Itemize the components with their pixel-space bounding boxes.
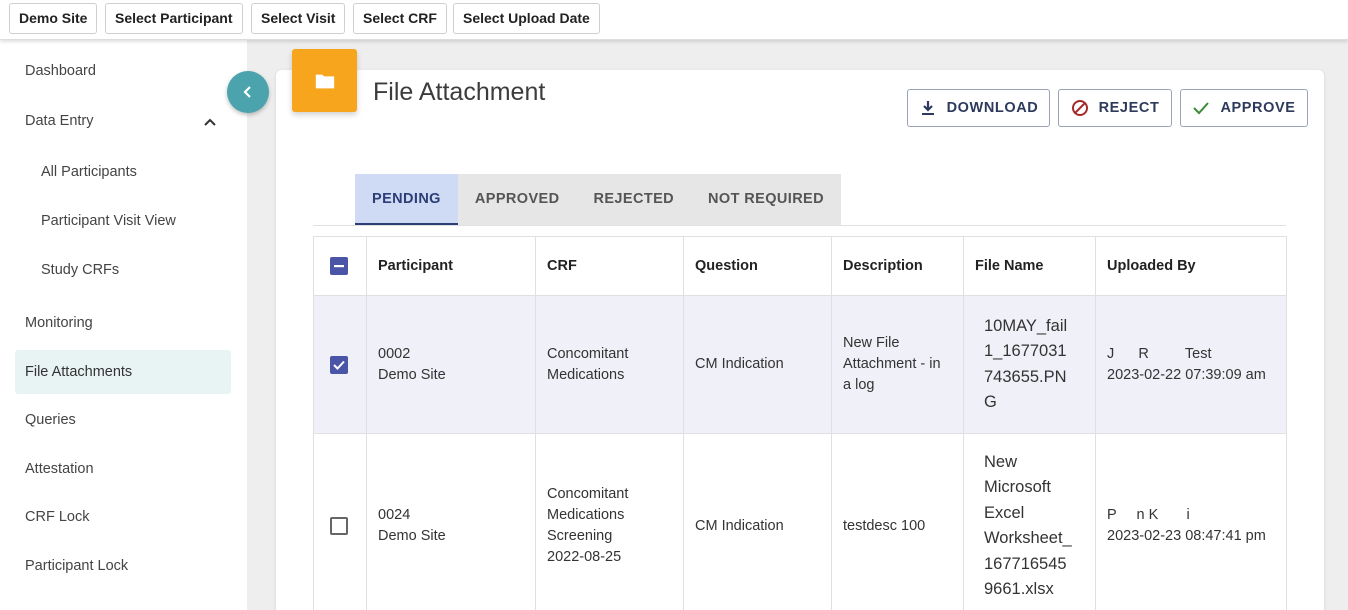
uploader-name: P n K i: [1107, 507, 1190, 523]
table-row[interactable]: 0024 Demo Site Concomitant Medications S…: [314, 434, 1286, 610]
participant-id: 0002: [378, 345, 411, 362]
sidebar-item-queries[interactable]: Queries: [15, 398, 231, 442]
sidebar-item-participant-visit-view[interactable]: Participant Visit View: [31, 199, 231, 243]
tab-approved[interactable]: APPROVED: [458, 174, 577, 225]
sidebar-item-label: Participant Visit View: [41, 213, 176, 229]
upload-date-filter-button[interactable]: Select Upload Date: [453, 3, 600, 34]
download-icon: [921, 101, 934, 115]
file-name-link[interactable]: 10MAY_fail 1_1677031 743655.PN G: [964, 314, 1067, 416]
row-checkbox[interactable]: [330, 517, 348, 535]
sidebar-item-crf-lock[interactable]: CRF Lock: [15, 495, 231, 539]
question-cell: CM Indication: [684, 434, 832, 610]
column-header-file-name[interactable]: File Name: [964, 237, 1096, 295]
sidebar-item-data-entry[interactable]: Data Entry: [15, 99, 231, 143]
chevron-up-icon[interactable]: [203, 99, 217, 143]
uploaded-by-cell: J R Test 2023-02-22 07:39:09 am: [1096, 296, 1286, 433]
description-line: testdesc 100: [843, 517, 926, 534]
tab-pending[interactable]: PENDING: [355, 174, 458, 225]
filter-bar: Demo Site Select Participant Select Visi…: [0, 0, 1348, 40]
file-name-cell[interactable]: 10MAY_fail 1_1677031 743655.PN G: [964, 296, 1096, 433]
uploaded-by-cell: P n K i 2023-02-23 08:47:41 pm: [1096, 434, 1286, 610]
download-label: DOWNLOAD: [946, 100, 1039, 116]
reject-button[interactable]: REJECT: [1058, 89, 1172, 127]
indeterminate-icon: [334, 265, 344, 268]
row-select-cell: [314, 434, 367, 610]
crf-line: Concomitant: [547, 486, 629, 502]
row-select-cell: [314, 296, 367, 433]
sidebar-item-label: Dashboard: [25, 63, 96, 79]
sidebar-item-label: File Attachments: [25, 364, 133, 380]
sidebar-item-label: Data Entry: [25, 113, 94, 129]
sidebar-item-label: Study CRFs: [41, 262, 120, 278]
folder-icon: [292, 49, 357, 112]
sidebar-item-label: Monitoring: [25, 315, 93, 331]
table-header-row: Participant CRF Question Description Fil…: [314, 237, 1286, 296]
crf-cell: Concomitant Medications Screening 2022-0…: [536, 434, 684, 610]
check-icon: [1193, 102, 1210, 115]
sidebar-item-dashboard[interactable]: Dashboard: [15, 49, 231, 93]
column-header-description[interactable]: Description: [832, 237, 964, 295]
sidebar-item-all-participants[interactable]: All Participants: [31, 150, 231, 194]
description-line: a log: [843, 377, 875, 393]
crf-line: Medications: [547, 507, 625, 523]
check-icon: [333, 360, 345, 370]
sidebar-collapse-button[interactable]: [227, 71, 269, 113]
description-cell: testdesc 100: [832, 434, 964, 610]
sidebar-item-label: Participant Lock: [25, 558, 129, 574]
sidebar-item-study-crfs[interactable]: Study CRFs: [31, 248, 231, 292]
participant-site: Demo Site: [378, 366, 446, 383]
column-header-crf[interactable]: CRF: [536, 237, 684, 295]
visit-filter-button[interactable]: Select Visit: [251, 3, 346, 34]
approve-button[interactable]: APPROVE: [1180, 89, 1308, 127]
sidebar-item-label: Attestation: [25, 461, 94, 477]
select-all-checkbox[interactable]: [330, 257, 348, 275]
participant-filter-button[interactable]: Select Participant: [105, 3, 243, 34]
table-row[interactable]: 0002 Demo Site Concomitant Medications C…: [314, 296, 1286, 434]
tabs-divider: [313, 225, 1286, 226]
upload-timestamp: 2023-02-22 07:39:09 am: [1107, 366, 1266, 383]
crf-cell: Concomitant Medications: [536, 296, 684, 433]
sidebar-item-label: All Participants: [41, 164, 137, 180]
attachments-table: Participant CRF Question Description Fil…: [313, 236, 1287, 610]
participant-cell: 0024 Demo Site: [367, 434, 536, 610]
sidebar: Dashboard Data Entry All Participants Pa…: [0, 40, 247, 610]
crf-line: 2022-08-25: [547, 549, 622, 565]
crf-line: Concomitant: [547, 345, 629, 362]
column-header-uploaded-by[interactable]: Uploaded By: [1096, 237, 1286, 295]
sidebar-item-participant-lock[interactable]: Participant Lock: [15, 544, 231, 588]
participant-site: Demo Site: [378, 528, 446, 544]
row-checkbox[interactable]: [330, 355, 348, 374]
description-line: New File: [843, 335, 900, 351]
tab-not-required[interactable]: NOT REQUIRED: [691, 174, 841, 225]
sidebar-item-file-attachments[interactable]: File Attachments: [15, 350, 231, 394]
upload-timestamp: 2023-02-23 08:47:41 pm: [1107, 528, 1266, 544]
block-icon: [1071, 100, 1088, 116]
sidebar-item-monitoring[interactable]: Monitoring: [15, 301, 231, 345]
page-title: File Attachment: [373, 78, 546, 106]
uploader-name: J R Test: [1107, 345, 1212, 362]
tab-rejected[interactable]: REJECTED: [576, 174, 691, 225]
description-line: Attachment - in: [843, 356, 941, 372]
approve-label: APPROVE: [1220, 100, 1296, 116]
column-header-participant[interactable]: Participant: [367, 237, 536, 295]
sidebar-item-attestation[interactable]: Attestation: [15, 447, 231, 491]
crf-line: Medications: [547, 366, 625, 383]
crf-filter-button[interactable]: Select CRF: [353, 3, 447, 34]
status-tabs: PENDING APPROVED REJECTED NOT REQUIRED: [355, 174, 842, 225]
question-cell: CM Indication: [684, 296, 832, 433]
participant-cell: 0002 Demo Site: [367, 296, 536, 433]
description-cell: New File Attachment - in a log: [832, 296, 964, 433]
file-name-link[interactable]: New Microsoft Excel Worksheet_ 167716545…: [964, 450, 1072, 603]
sidebar-item-label: CRF Lock: [25, 509, 90, 525]
sidebar-item-label: Queries: [25, 412, 76, 428]
crf-line: Screening: [547, 528, 613, 544]
reject-label: REJECT: [1098, 100, 1160, 116]
column-header-question[interactable]: Question: [684, 237, 832, 295]
site-filter-button[interactable]: Demo Site: [9, 3, 98, 34]
select-all-cell: [314, 237, 367, 295]
file-name-cell[interactable]: New Microsoft Excel Worksheet_ 167716545…: [964, 434, 1096, 610]
participant-id: 0024: [378, 507, 411, 523]
download-button[interactable]: DOWNLOAD: [907, 89, 1050, 127]
chevron-left-icon: [243, 86, 251, 98]
